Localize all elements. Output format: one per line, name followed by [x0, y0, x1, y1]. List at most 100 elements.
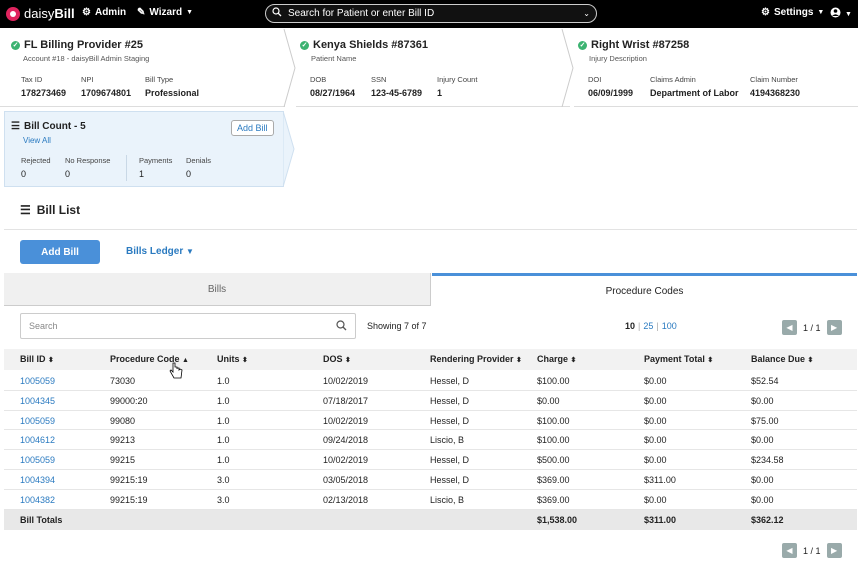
- bills-ledger-dropdown[interactable]: Bills Ledger ▼: [126, 246, 194, 257]
- payments-label: Payments: [139, 156, 173, 165]
- separator: |: [638, 321, 641, 331]
- view-all-link[interactable]: View All: [23, 136, 51, 145]
- user-menu[interactable]: ▼: [830, 7, 852, 21]
- chevron-down-icon: ▼: [845, 10, 852, 18]
- col-charge[interactable]: Charge ⬍: [537, 354, 576, 364]
- add-bill-button[interactable]: Add Bill: [20, 240, 100, 264]
- col-payment-total[interactable]: Payment Total ⬍: [644, 354, 713, 364]
- wizard-menu[interactable]: ✎ Wizard ▼: [137, 7, 193, 18]
- settings-menu[interactable]: ⚙ Settings ▼: [761, 7, 824, 18]
- admin-menu[interactable]: ⚙ Admin: [82, 7, 126, 18]
- units: 3.0: [217, 494, 230, 505]
- bill-type-label: Bill Type: [145, 75, 174, 84]
- units: 3.0: [217, 475, 230, 485]
- charge: $500.00: [537, 455, 570, 466]
- charge: $369.00: [537, 475, 570, 485]
- pagination-bottom: ◀ 1 / 1 ▶: [782, 543, 842, 558]
- next-page-button[interactable]: ▶: [826, 320, 842, 335]
- claim-number-value: 4194368230: [750, 88, 801, 98]
- bill-id-link[interactable]: 1005059: [20, 416, 55, 426]
- admin-label: Admin: [94, 7, 127, 18]
- table-search-input[interactable]: Search: [20, 313, 356, 339]
- bill-id-link[interactable]: 1005059: [20, 455, 55, 465]
- global-search-input[interactable]: Search for Patient or enter Bill ID ⌄: [265, 4, 597, 23]
- claims-admin-value: Department of Labor: [650, 88, 739, 98]
- table-row: 1004345 99000:20 1.0 07/18/2017 Hessel, D $0.…: [4, 391, 857, 411]
- bill-tabs: Bills Procedure Codes: [4, 273, 857, 306]
- charge: $0.00: [537, 395, 560, 406]
- chevron-down-icon[interactable]: ⌄: [583, 9, 590, 18]
- bill-count-panel: ☰ Bill Count - 5 View All Add Bill Rejec…: [4, 111, 284, 187]
- rendering-provider: Hessel, D: [430, 395, 470, 406]
- injury-count-label: Injury Count: [437, 75, 478, 84]
- prev-page-button[interactable]: ◀: [782, 320, 797, 335]
- tab-bills[interactable]: Bills: [4, 273, 431, 306]
- page-indicator: 1 / 1: [803, 322, 821, 333]
- charge: $100.00: [537, 376, 570, 386]
- col-units[interactable]: Units ⬍: [217, 354, 248, 364]
- table-row: 1004382 99215:19 3.0 02/13/2018 Liscio, B $36…: [4, 490, 857, 510]
- denials-value: 0: [186, 169, 192, 179]
- procedure-code: 73030: [110, 376, 136, 386]
- rendering-provider: Liscio, B: [430, 435, 465, 446]
- balance-due: $0.00: [751, 475, 774, 485]
- bill-count-chevron: [283, 111, 295, 187]
- col-balance-due[interactable]: Balance Due ⬍: [751, 354, 813, 364]
- col-bill-id[interactable]: Bill ID ⬍: [20, 354, 54, 364]
- bill-id-link[interactable]: 1004394: [20, 475, 55, 485]
- dos: 10/02/2019: [323, 415, 369, 426]
- patient-subtitle: Patient Name: [311, 54, 357, 63]
- charge: $100.00: [537, 415, 570, 426]
- col-dos[interactable]: DOS ⬍: [323, 354, 351, 364]
- sort-icon: ⬍: [242, 357, 248, 364]
- bill-type-value: Professional: [145, 88, 200, 98]
- search-icon: [272, 7, 282, 20]
- wand-icon: ✎: [137, 7, 146, 18]
- units: 1.0: [217, 435, 230, 446]
- col-rendering-provider[interactable]: Rendering Provider ⬍: [430, 354, 522, 364]
- search-icon[interactable]: [336, 319, 347, 333]
- card-divider-chevron: [283, 29, 296, 107]
- injury-subtitle: Injury Description: [589, 54, 647, 63]
- list-icon: ☰: [20, 203, 31, 217]
- chevron-down-icon: ▼: [817, 9, 825, 16]
- page-size-option[interactable]: 10: [625, 321, 635, 331]
- claims-admin-label: Claims Admin: [650, 75, 696, 84]
- payment-total: $0.00: [644, 455, 667, 466]
- daisybill-logo[interactable]: daisyBill: [6, 6, 75, 21]
- add-bill-small-button[interactable]: Add Bill: [231, 120, 274, 136]
- bill-id-link[interactable]: 1004382: [20, 495, 55, 505]
- showing-count: Showing 7 of 7: [367, 321, 427, 331]
- patient-card[interactable]: ✓ Kenya Shields #87361 Patient Name DOB …: [296, 29, 570, 107]
- payment-total: $0.00: [644, 376, 667, 386]
- charge: $369.00: [537, 494, 570, 505]
- rendering-provider: Liscio, B: [430, 494, 465, 505]
- tab-procedure-codes[interactable]: Procedure Codes: [432, 273, 857, 306]
- bill-id-link[interactable]: 1004345: [20, 396, 55, 406]
- procedure-code: 99215:19: [110, 475, 148, 485]
- bill-id-link[interactable]: 1004612: [20, 435, 55, 445]
- totals-row: Bill Totals $1,538.00 $311.00 $362.12: [4, 510, 857, 530]
- totals-charge: $1,538.00: [537, 515, 578, 525]
- stat-divider: [126, 155, 127, 181]
- provider-card[interactable]: ✓ FL Billing Provider #25 Account #18 - …: [0, 29, 285, 107]
- page-size-option[interactable]: 25: [643, 321, 653, 331]
- top-nav-bar: daisyBill ⚙ Admin ✎ Wizard ▼ Search for …: [0, 0, 858, 28]
- injury-card[interactable]: ✓ Right Wrist #87258 Injury Description …: [574, 29, 858, 107]
- page-size-option[interactable]: 100: [662, 321, 677, 331]
- totals-balance: $362.12: [751, 515, 784, 525]
- table-search-placeholder: Search: [29, 321, 58, 331]
- patient-title: ✓ Kenya Shields #87361: [300, 39, 428, 51]
- units: 1.0: [217, 376, 230, 386]
- bill-count-title: ☰ Bill Count - 5: [11, 121, 86, 132]
- provider-subtitle: Account #18 - daisyBill Admin Staging: [23, 54, 150, 63]
- injury-title: ✓ Right Wrist #87258: [578, 39, 690, 51]
- prev-page-button[interactable]: ◀: [782, 543, 797, 558]
- rendering-provider: Hessel, D: [430, 475, 470, 485]
- chevron-down-icon: ▼: [186, 9, 194, 16]
- next-page-button[interactable]: ▶: [826, 543, 842, 558]
- pagination-top: ◀ 1 / 1 ▶: [782, 320, 842, 335]
- denials-label: Denials: [186, 156, 212, 165]
- bill-id-link[interactable]: 1005059: [20, 376, 55, 386]
- dos: 10/02/2019: [323, 376, 369, 386]
